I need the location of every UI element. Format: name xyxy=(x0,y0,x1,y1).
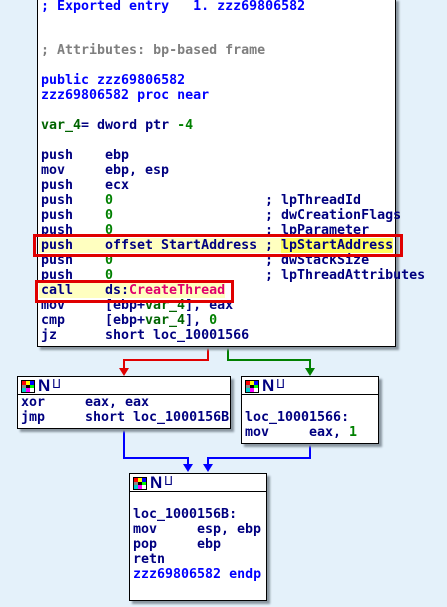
group-nodes-icon[interactable]: ⵡ xyxy=(52,377,61,391)
code-line: push ebp xyxy=(41,148,130,163)
code-line: zzz69806582 endp xyxy=(133,567,262,582)
code-line: ; Exported entry 1. zzz69806582 xyxy=(41,0,306,14)
code-line: cmp [ebp+var_4], 0 xyxy=(41,313,218,328)
color-palette-icon[interactable] xyxy=(21,380,35,393)
code-line: zzz69806582 proc near xyxy=(41,88,210,103)
node-header: N ⵡ xyxy=(242,376,378,396)
group-nodes-icon[interactable]: ⵡ xyxy=(276,377,285,391)
code-line: ; Attributes: bp-based frame xyxy=(41,43,266,58)
code-label: loc_1000156B: xyxy=(133,507,238,522)
highlight-push-startaddress xyxy=(33,234,403,257)
code-line: push 0; lpThreadId xyxy=(41,193,362,208)
code-line: xor eax, eax xyxy=(21,395,150,410)
node-header: N ⵡ xyxy=(18,376,230,396)
code-line: pop ebp xyxy=(133,537,222,552)
rename-node-icon[interactable]: N xyxy=(38,376,50,396)
block-fallthrough[interactable]: N ⵡ xor eax, eax jmp short loc_1000156B xyxy=(17,376,231,429)
code-line: push ecx xyxy=(41,178,130,193)
group-nodes-icon[interactable]: ⵡ xyxy=(164,474,173,488)
code-line: jmp short loc_1000156B xyxy=(21,410,230,425)
rename-node-icon[interactable]: N xyxy=(262,376,274,396)
block-loc-1000156B[interactable]: N ⵡ loc_1000156B: mov esp, ebp pop ebp ret… xyxy=(129,473,267,601)
code-line: jz short loc_10001566 xyxy=(41,328,250,343)
code-line: mov ebp, esp xyxy=(41,163,170,178)
color-palette-icon[interactable] xyxy=(133,477,147,490)
code-label: loc_10001566: xyxy=(245,410,350,425)
code-line: mov esp, ebp xyxy=(133,522,262,537)
block-loc-10001566[interactable]: N ⵡ loc_10001566: mov eax, 1 xyxy=(241,376,379,444)
rename-node-icon[interactable]: N xyxy=(150,473,162,493)
code-line: retn xyxy=(133,552,166,567)
color-palette-icon[interactable] xyxy=(245,380,259,393)
code-line: var_4= dword ptr -4 xyxy=(41,118,194,133)
code-line: push 0; dwCreationFlags xyxy=(41,208,402,223)
code-line: mov eax, 1 xyxy=(245,425,358,440)
highlight-call-createthread xyxy=(35,280,234,303)
code-line: public zzz69806582 xyxy=(41,73,186,88)
node-header: N ⵡ xyxy=(130,473,266,493)
